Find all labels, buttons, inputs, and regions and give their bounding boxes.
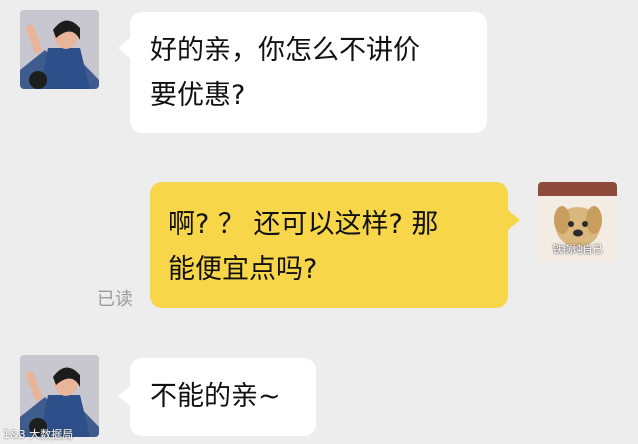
message-bubble-outgoing[interactable]: 啊? ？ 还可以这样? 那 能便宜点吗? — [150, 182, 508, 308]
self-avatar[interactable]: 铁锅炖自己 — [538, 182, 617, 262]
contact-avatar[interactable] — [20, 10, 99, 89]
message-text: 能便宜点吗? — [168, 254, 318, 285]
watermark: 1&3 大数据局 — [3, 428, 74, 441]
contact-avatar[interactable] — [20, 355, 99, 437]
woman-portrait-icon — [20, 355, 99, 437]
message-text: 啊? ？ 还可以这样? 那 — [168, 209, 439, 240]
bubble-tail — [118, 38, 130, 58]
message-text: 不能的亲~ — [150, 381, 281, 412]
woman-portrait-icon — [20, 10, 99, 89]
avatar-caption: 铁锅炖自己 — [552, 245, 603, 256]
bubble-tail — [118, 386, 130, 406]
message-text: 要优惠? — [150, 80, 246, 111]
bubble-tail — [508, 210, 520, 230]
message-bubble-incoming[interactable]: 不能的亲~ — [130, 358, 316, 436]
message-bubble-incoming[interactable]: 好的亲，你怎么不讲价 要优惠? — [130, 12, 487, 133]
read-receipt: 已读 — [97, 289, 133, 310]
message-text: 好的亲，你怎么不讲价 — [150, 35, 420, 66]
